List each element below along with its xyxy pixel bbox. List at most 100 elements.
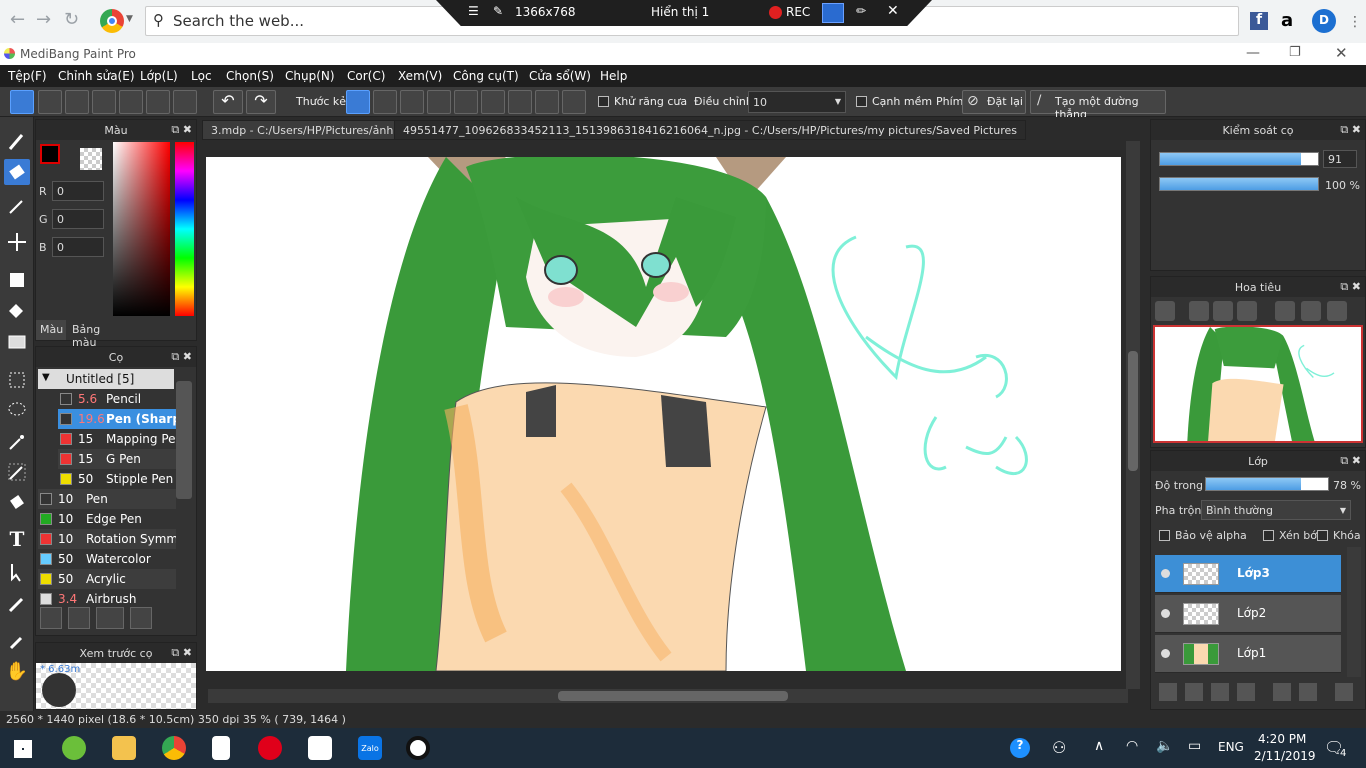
new-halftone-layer-icon[interactable] bbox=[1185, 683, 1203, 701]
minimize-icon[interactable]: — bbox=[1246, 45, 1260, 61]
duplicate-layer-icon[interactable] bbox=[1273, 683, 1291, 701]
brush-item[interactable]: 50 Stipple Pen bbox=[58, 469, 176, 489]
file-explorer-icon[interactable] bbox=[112, 736, 136, 760]
tab-palette[interactable]: Bảng màu bbox=[68, 320, 128, 349]
straight-line-button[interactable]: ∕ Tạo một đường thẳng bbox=[1030, 90, 1166, 121]
foreground-color-swatch[interactable] bbox=[40, 144, 60, 164]
speech-bubble-icon[interactable] bbox=[65, 90, 89, 114]
protect-alpha-checkbox[interactable] bbox=[1159, 530, 1170, 541]
operation-tool-icon[interactable] bbox=[4, 559, 30, 585]
people-icon[interactable]: ⚇ bbox=[1052, 738, 1066, 757]
amazon-icon[interactable]: a bbox=[1281, 10, 1301, 32]
clock-date[interactable]: 2/11/2019 bbox=[1254, 749, 1316, 763]
brush-settings-icon[interactable] bbox=[130, 607, 152, 629]
navigator-preview[interactable] bbox=[1153, 325, 1363, 443]
lock-checkbox[interactable] bbox=[1317, 530, 1328, 541]
brush-group-header[interactable]: ▼ Untitled [5] bbox=[38, 369, 174, 389]
vertical-scrollbar[interactable] bbox=[1126, 141, 1140, 689]
parallel-ruler-icon[interactable] bbox=[373, 90, 397, 114]
recorder-display[interactable]: Hiển thị 1 bbox=[651, 5, 709, 19]
menu-help[interactable]: Help bbox=[600, 69, 627, 83]
fill-tool-icon[interactable] bbox=[4, 299, 30, 325]
panel-close-icon[interactable]: ⧉ ✖ bbox=[1340, 280, 1361, 294]
transparent-color-swatch[interactable] bbox=[80, 148, 102, 170]
redo-icon[interactable]: ↷ bbox=[246, 90, 276, 114]
shape-tool-icon[interactable] bbox=[4, 267, 30, 293]
medibang-taskbar-icon[interactable] bbox=[62, 736, 86, 760]
pen-icon[interactable]: ✏ bbox=[856, 4, 866, 18]
layer-scrollbar[interactable] bbox=[1347, 547, 1361, 677]
soft-edge-checkbox[interactable] bbox=[856, 96, 867, 107]
fit-screen-icon[interactable] bbox=[1213, 301, 1233, 321]
select-rect-tool-icon[interactable] bbox=[4, 367, 30, 393]
merge-layer-icon[interactable] bbox=[1299, 683, 1317, 701]
rotate-left-icon[interactable] bbox=[1275, 301, 1295, 321]
menu-view[interactable]: Xem(V) bbox=[398, 69, 442, 83]
concentric-ruler-icon[interactable] bbox=[481, 90, 505, 114]
horizontal-scroll-thumb[interactable] bbox=[558, 691, 788, 701]
flip-icon[interactable] bbox=[1301, 301, 1321, 321]
close-window-icon[interactable]: ✕ bbox=[1335, 44, 1348, 62]
circle-ruler-icon[interactable] bbox=[535, 90, 559, 114]
chevron-down-icon[interactable]: ▼ bbox=[126, 14, 133, 24]
reload-icon[interactable]: ↻ bbox=[64, 9, 79, 30]
r-input[interactable]: 0 bbox=[52, 181, 104, 201]
text-tool-icon[interactable]: T bbox=[4, 527, 30, 553]
new-folder-icon[interactable] bbox=[1237, 683, 1255, 701]
brush-item[interactable]: 10 Rotation Symme bbox=[38, 529, 176, 549]
radial-ruler-icon[interactable] bbox=[454, 90, 478, 114]
g-input[interactable]: 0 bbox=[52, 209, 104, 229]
perspective-ruler-icon[interactable] bbox=[427, 90, 451, 114]
tab-color[interactable]: Màu bbox=[36, 320, 66, 340]
clock-time[interactable]: 4:20 PM bbox=[1258, 732, 1306, 746]
tray-chevron-icon[interactable]: ∧ bbox=[1094, 738, 1104, 754]
menu-filter[interactable]: Lọc bbox=[191, 69, 212, 83]
horizontal-scrollbar[interactable] bbox=[208, 689, 1128, 703]
hue-slider[interactable] bbox=[175, 142, 194, 316]
hand-tool-icon[interactable]: ✋ bbox=[4, 661, 30, 687]
add-brush-menu-icon[interactable] bbox=[96, 607, 124, 629]
new-layer-icon[interactable] bbox=[1159, 683, 1177, 701]
menu-edit[interactable]: Chỉnh sửa(E) bbox=[58, 69, 135, 83]
menu-file[interactable]: Tệp(F) bbox=[8, 69, 47, 83]
rec-button[interactable]: REC bbox=[786, 5, 810, 19]
curve-ruler-icon[interactable] bbox=[508, 90, 532, 114]
brush-size-slider[interactable] bbox=[1159, 152, 1319, 166]
chrome-taskbar-icon[interactable] bbox=[162, 736, 186, 760]
undo-icon[interactable]: ↶ bbox=[213, 90, 243, 114]
select-pen-tool-icon[interactable] bbox=[4, 459, 30, 485]
panel-close-icon[interactable]: ⧉ ✖ bbox=[1340, 454, 1361, 468]
upload-icon[interactable] bbox=[38, 90, 62, 114]
ruler-settings-icon[interactable] bbox=[562, 90, 586, 114]
menu-dots-icon[interactable]: ⋮ bbox=[1348, 14, 1362, 30]
opera-icon[interactable] bbox=[258, 736, 282, 760]
brush-item[interactable]: 5.6 Pencil bbox=[58, 389, 176, 409]
camera-icon[interactable] bbox=[822, 3, 844, 23]
eraser-tool-icon[interactable] bbox=[4, 159, 30, 185]
vertical-scroll-thumb[interactable] bbox=[1128, 351, 1138, 471]
brush-item[interactable]: 15 G Pen bbox=[58, 449, 176, 469]
panel-divider-tool-icon[interactable] bbox=[4, 591, 30, 617]
layer-opacity-slider[interactable] bbox=[1205, 477, 1329, 491]
paint-app-icon[interactable] bbox=[308, 736, 332, 760]
layer-item-3[interactable]: Lớp3 bbox=[1155, 555, 1341, 593]
forward-icon[interactable]: → bbox=[36, 9, 51, 30]
close-icon[interactable]: ✕ bbox=[887, 3, 899, 19]
brush-item[interactable]: 10 Edge Pen bbox=[38, 509, 176, 529]
drawing-canvas[interactable] bbox=[206, 157, 1121, 671]
tab-document-2[interactable]: 49551477_109626833452113_151398631841621… bbox=[394, 120, 1026, 140]
windows-start-icon[interactable] bbox=[14, 740, 32, 758]
grid-ruler-icon[interactable] bbox=[400, 90, 424, 114]
zoom-in-icon[interactable] bbox=[1189, 301, 1209, 321]
page-icon[interactable] bbox=[119, 90, 143, 114]
reset-button[interactable]: ⊘ Đặt lại bbox=[962, 90, 1026, 114]
language-indicator[interactable]: ENG bbox=[1218, 740, 1244, 754]
new-brush-icon[interactable] bbox=[68, 607, 90, 629]
restore-icon[interactable]: ❐ bbox=[1289, 45, 1301, 60]
cloud-icon[interactable] bbox=[10, 90, 34, 114]
comment-icon[interactable] bbox=[92, 90, 116, 114]
cloud-download-icon[interactable] bbox=[40, 607, 62, 629]
lasso-tool-icon[interactable] bbox=[4, 397, 30, 423]
battery-icon[interactable]: ▭ bbox=[1188, 738, 1201, 754]
brush-item[interactable]: 10 Pen bbox=[38, 489, 176, 509]
